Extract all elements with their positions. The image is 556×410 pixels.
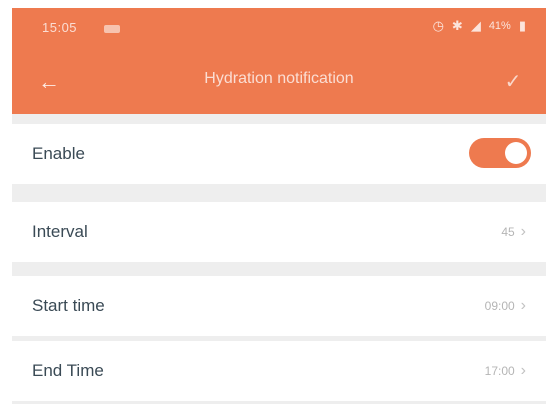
end-time-value: 17:00: [484, 364, 515, 378]
setting-row-start-time[interactable]: Start time 09:00 ›: [12, 276, 546, 336]
start-time-value: 09:00: [484, 299, 515, 313]
battery-level: 41%: [488, 20, 511, 32]
chevron-right-icon: ›: [520, 297, 526, 314]
start-time-label: Start time: [32, 296, 105, 315]
end-time-label: End Time: [32, 361, 104, 380]
chevron-right-icon: ›: [520, 223, 526, 240]
toggle-knob: [505, 142, 527, 164]
chevron-right-icon: ›: [520, 362, 526, 379]
alarm-icon: ◷: [432, 18, 444, 33]
enable-toggle[interactable]: [469, 138, 531, 168]
status-time: 15:05: [42, 20, 78, 35]
page-title: Hydration notification: [204, 70, 354, 87]
end-time-value-group: 17:00 ›: [485, 341, 526, 401]
signal-icon: ◢: [470, 18, 481, 33]
enable-label: Enable: [32, 144, 85, 163]
back-arrow-icon[interactable]: ←: [34, 68, 64, 96]
notification-icon: [104, 25, 120, 33]
battery-icon: ▮: [518, 18, 526, 33]
navigation-bar: ← Hydration notification ✓: [12, 54, 546, 110]
status-icons: ◷ ✱ ◢ 41% ▮: [433, 18, 526, 34]
checkmark-icon[interactable]: ✓: [498, 68, 528, 96]
interval-value: 45: [501, 225, 515, 239]
bluetooth-icon: ✱: [451, 18, 463, 33]
header-bar: 15:05 ◷ ✱ ◢ 41% ▮ ← Hydration notificati…: [12, 8, 546, 114]
app-screen: 15:05 ◷ ✱ ◢ 41% ▮ ← Hydration notificati…: [12, 8, 546, 404]
status-bar: 15:05 ◷ ✱ ◢ 41% ▮: [12, 8, 546, 48]
start-time-value-group: 09:00 ›: [485, 276, 526, 336]
interval-label: Interval: [32, 222, 88, 241]
interval-value-group: 45 ›: [501, 202, 526, 262]
setting-row-enable: Enable: [12, 124, 546, 184]
setting-row-interval[interactable]: Interval 45 ›: [12, 202, 546, 262]
setting-row-end-time[interactable]: End Time 17:00 ›: [12, 341, 546, 401]
